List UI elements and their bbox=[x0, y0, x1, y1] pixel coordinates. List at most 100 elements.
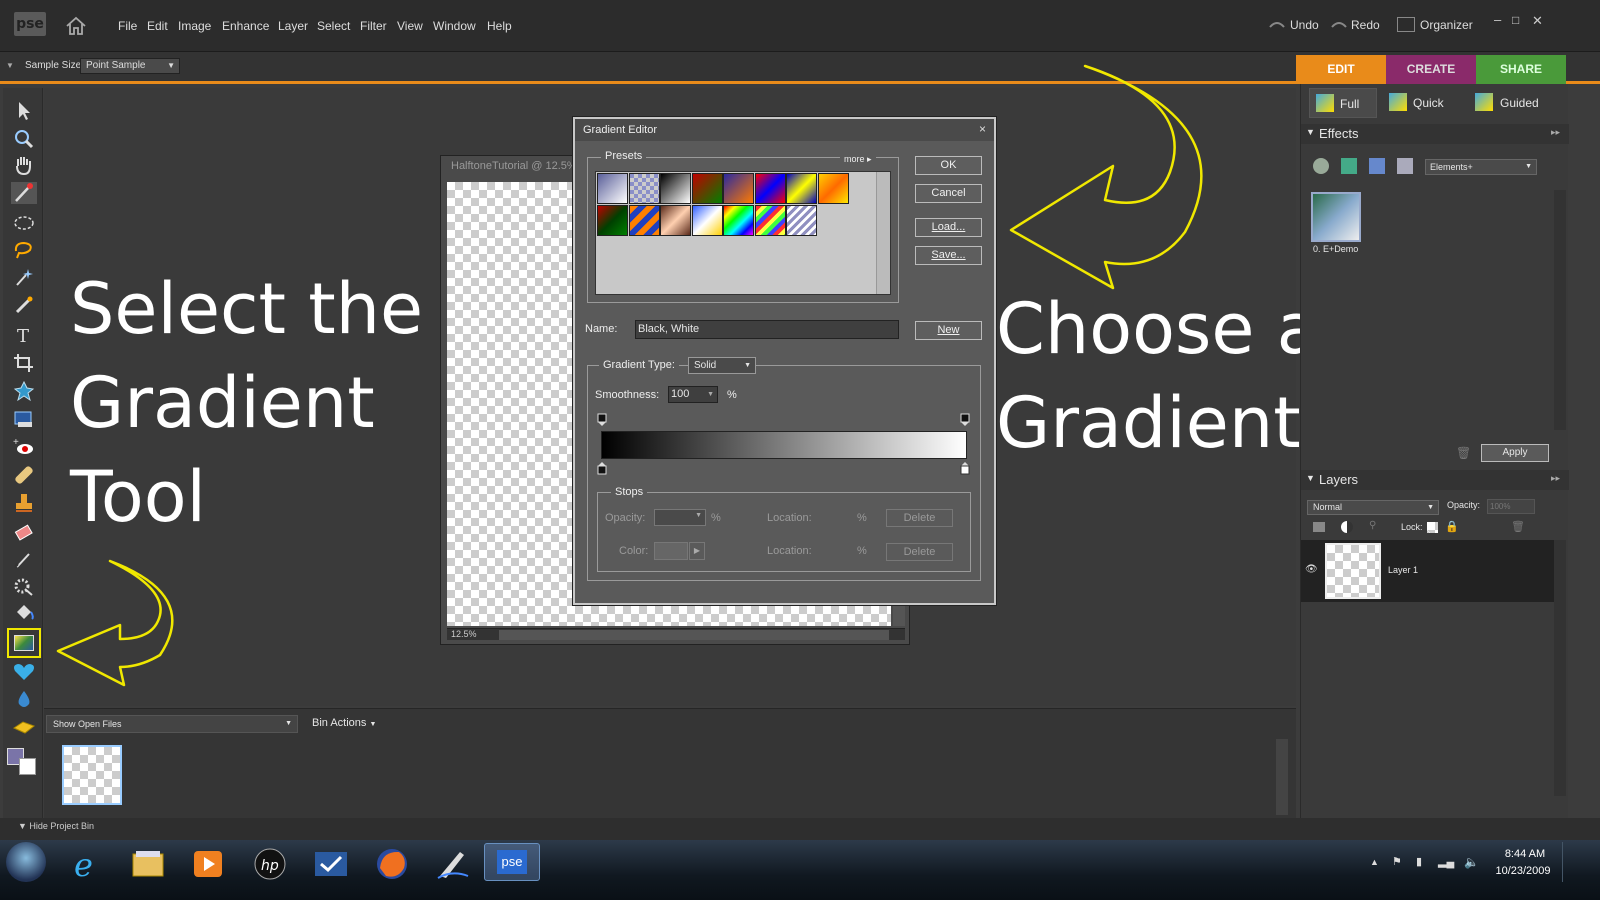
menu-edit[interactable]: Edit bbox=[147, 19, 168, 33]
zoom-tool-icon[interactable] bbox=[11, 128, 37, 150]
trash-icon[interactable]: 🗑 bbox=[1456, 446, 1471, 460]
home-icon[interactable] bbox=[64, 14, 88, 38]
horizontal-scrollbar[interactable] bbox=[499, 630, 889, 640]
panel-options-icon[interactable]: ▸▸ bbox=[1551, 473, 1560, 484]
lock-transparency-icon[interactable] bbox=[1427, 522, 1438, 533]
menu-help[interactable]: Help bbox=[487, 19, 512, 33]
magic-wand-tool-icon[interactable] bbox=[11, 266, 37, 288]
action-center-icon[interactable]: ⚑ bbox=[1392, 855, 1402, 868]
stop-opacity-input[interactable]: ▼ bbox=[654, 509, 706, 526]
red-eye-tool-icon[interactable]: + bbox=[11, 436, 37, 458]
ok-button[interactable]: OK bbox=[915, 156, 982, 175]
preset-swatch[interactable] bbox=[628, 204, 660, 236]
eyedropper-tool-icon[interactable] bbox=[11, 182, 37, 204]
checkmark-app-icon[interactable] bbox=[313, 846, 349, 882]
undo-button[interactable]: Undo bbox=[1290, 18, 1319, 32]
layers-scrollbar[interactable] bbox=[1554, 540, 1566, 796]
gradient-tool-icon[interactable] bbox=[7, 628, 41, 658]
menu-select[interactable]: Select bbox=[317, 19, 350, 33]
layer-row[interactable]: 👁 Layer 1 bbox=[1301, 540, 1554, 602]
opacity-stop-right[interactable] bbox=[960, 413, 970, 427]
selection-brush-tool-icon[interactable] bbox=[11, 294, 37, 316]
apply-button[interactable]: Apply bbox=[1481, 444, 1549, 462]
menu-window[interactable]: Window bbox=[433, 19, 476, 33]
save-button[interactable]: Save... bbox=[915, 246, 982, 265]
firefox-icon[interactable] bbox=[374, 846, 410, 882]
tab-create[interactable]: CREATE bbox=[1386, 55, 1476, 84]
effects-scrollbar[interactable] bbox=[1554, 190, 1566, 430]
pen-tool-app-icon[interactable] bbox=[434, 846, 470, 882]
device-icon[interactable]: ▮ bbox=[1416, 855, 1422, 868]
delete-opacity-stop-button[interactable]: Delete bbox=[886, 509, 953, 527]
new-layer-icon[interactable] bbox=[1313, 522, 1325, 532]
minimize-icon[interactable]: – bbox=[1494, 12, 1501, 27]
file-explorer-icon[interactable] bbox=[130, 846, 166, 882]
show-hidden-icons[interactable]: ▲ bbox=[1370, 857, 1379, 867]
all-effects-icon[interactable] bbox=[1397, 158, 1413, 174]
maximize-icon[interactable]: □ bbox=[1512, 13, 1519, 27]
blend-mode-select[interactable]: Normal ▼ bbox=[1307, 500, 1439, 515]
link-icon[interactable]: ⚲ bbox=[1369, 520, 1376, 531]
background-color-swatch[interactable] bbox=[19, 758, 36, 775]
filters-icon[interactable] bbox=[1313, 158, 1329, 174]
presets-more-menu[interactable]: more ▸ bbox=[840, 154, 876, 165]
preset-swatch[interactable] bbox=[597, 173, 628, 204]
tab-edit[interactable]: EDIT bbox=[1296, 55, 1386, 84]
clock-date[interactable]: 10/23/2009 bbox=[1488, 865, 1558, 877]
shape-tool-icon[interactable] bbox=[11, 660, 37, 682]
layers-header[interactable]: ▼ Layers ▸▸ bbox=[1301, 470, 1569, 490]
media-player-icon[interactable] bbox=[190, 846, 226, 882]
gradient-preview-bar[interactable] bbox=[601, 431, 967, 459]
load-button[interactable]: Load... bbox=[915, 218, 982, 237]
color-stop-right[interactable] bbox=[960, 461, 970, 475]
preset-swatch[interactable] bbox=[723, 173, 754, 204]
menu-filter[interactable]: Filter bbox=[360, 19, 387, 33]
bin-scrollbar[interactable] bbox=[1276, 739, 1288, 815]
cookie-cutter-tool-icon[interactable] bbox=[11, 380, 37, 402]
bin-actions-menu[interactable]: Bin Actions ▼ bbox=[312, 717, 376, 729]
brush-tool-icon[interactable] bbox=[11, 548, 37, 570]
cancel-button[interactable]: Cancel bbox=[915, 184, 982, 203]
sample-size-select[interactable]: Point Sample ▼ bbox=[80, 58, 180, 74]
type-tool-icon[interactable]: T bbox=[11, 324, 37, 347]
visibility-eye-icon[interactable]: 👁 bbox=[1305, 564, 1318, 575]
guided-edit-button[interactable]: Guided bbox=[1500, 96, 1539, 110]
redo-button[interactable]: Redo bbox=[1351, 18, 1380, 32]
menu-file[interactable]: File bbox=[118, 19, 137, 33]
options-chevron-icon[interactable]: ▼ bbox=[6, 61, 14, 70]
gradient-name-input[interactable]: Black, White bbox=[635, 320, 899, 339]
crop-tool-icon[interactable] bbox=[11, 352, 37, 374]
close-icon[interactable]: ✕ bbox=[1532, 13, 1543, 29]
show-desktop-button[interactable] bbox=[1562, 842, 1568, 882]
effect-thumbnail[interactable] bbox=[1311, 192, 1361, 242]
eraser-tool-icon[interactable] bbox=[11, 522, 37, 544]
internet-explorer-icon[interactable]: e bbox=[68, 846, 104, 884]
menu-view[interactable]: View bbox=[397, 19, 423, 33]
preset-swatch[interactable] bbox=[691, 204, 723, 236]
smart-brush-tool-icon[interactable] bbox=[11, 576, 37, 598]
move-tool-icon[interactable] bbox=[11, 100, 37, 122]
preset-swatch[interactable] bbox=[786, 204, 817, 236]
preset-swatch[interactable] bbox=[691, 173, 723, 204]
presets-scrollbar[interactable] bbox=[876, 172, 890, 294]
preset-swatch[interactable] bbox=[786, 173, 817, 204]
new-button[interactable]: New bbox=[915, 321, 982, 340]
gradient-type-select[interactable]: Solid ▼ bbox=[688, 357, 756, 374]
healing-brush-tool-icon[interactable] bbox=[11, 464, 37, 486]
dialog-close-icon[interactable]: × bbox=[979, 122, 986, 136]
preset-swatch[interactable] bbox=[628, 173, 660, 204]
blur-tool-icon[interactable] bbox=[11, 688, 37, 710]
marquee-tool-icon[interactable] bbox=[11, 212, 37, 234]
effects-header[interactable]: ▼ Effects ▸▸ bbox=[1301, 124, 1569, 144]
preset-swatch[interactable] bbox=[754, 204, 786, 236]
straighten-tool-icon[interactable] bbox=[11, 408, 37, 430]
quick-edit-button[interactable]: Quick bbox=[1413, 96, 1444, 110]
tab-share[interactable]: SHARE bbox=[1476, 55, 1566, 84]
organizer-button[interactable]: Organizer bbox=[1420, 18, 1473, 32]
lasso-tool-icon[interactable] bbox=[11, 239, 37, 261]
preset-swatch[interactable] bbox=[597, 204, 628, 236]
sponge-tool-icon[interactable] bbox=[11, 716, 37, 738]
menu-image[interactable]: Image bbox=[178, 19, 211, 33]
hand-tool-icon[interactable] bbox=[11, 154, 37, 176]
layer-opacity-input[interactable]: 100% bbox=[1487, 499, 1535, 514]
